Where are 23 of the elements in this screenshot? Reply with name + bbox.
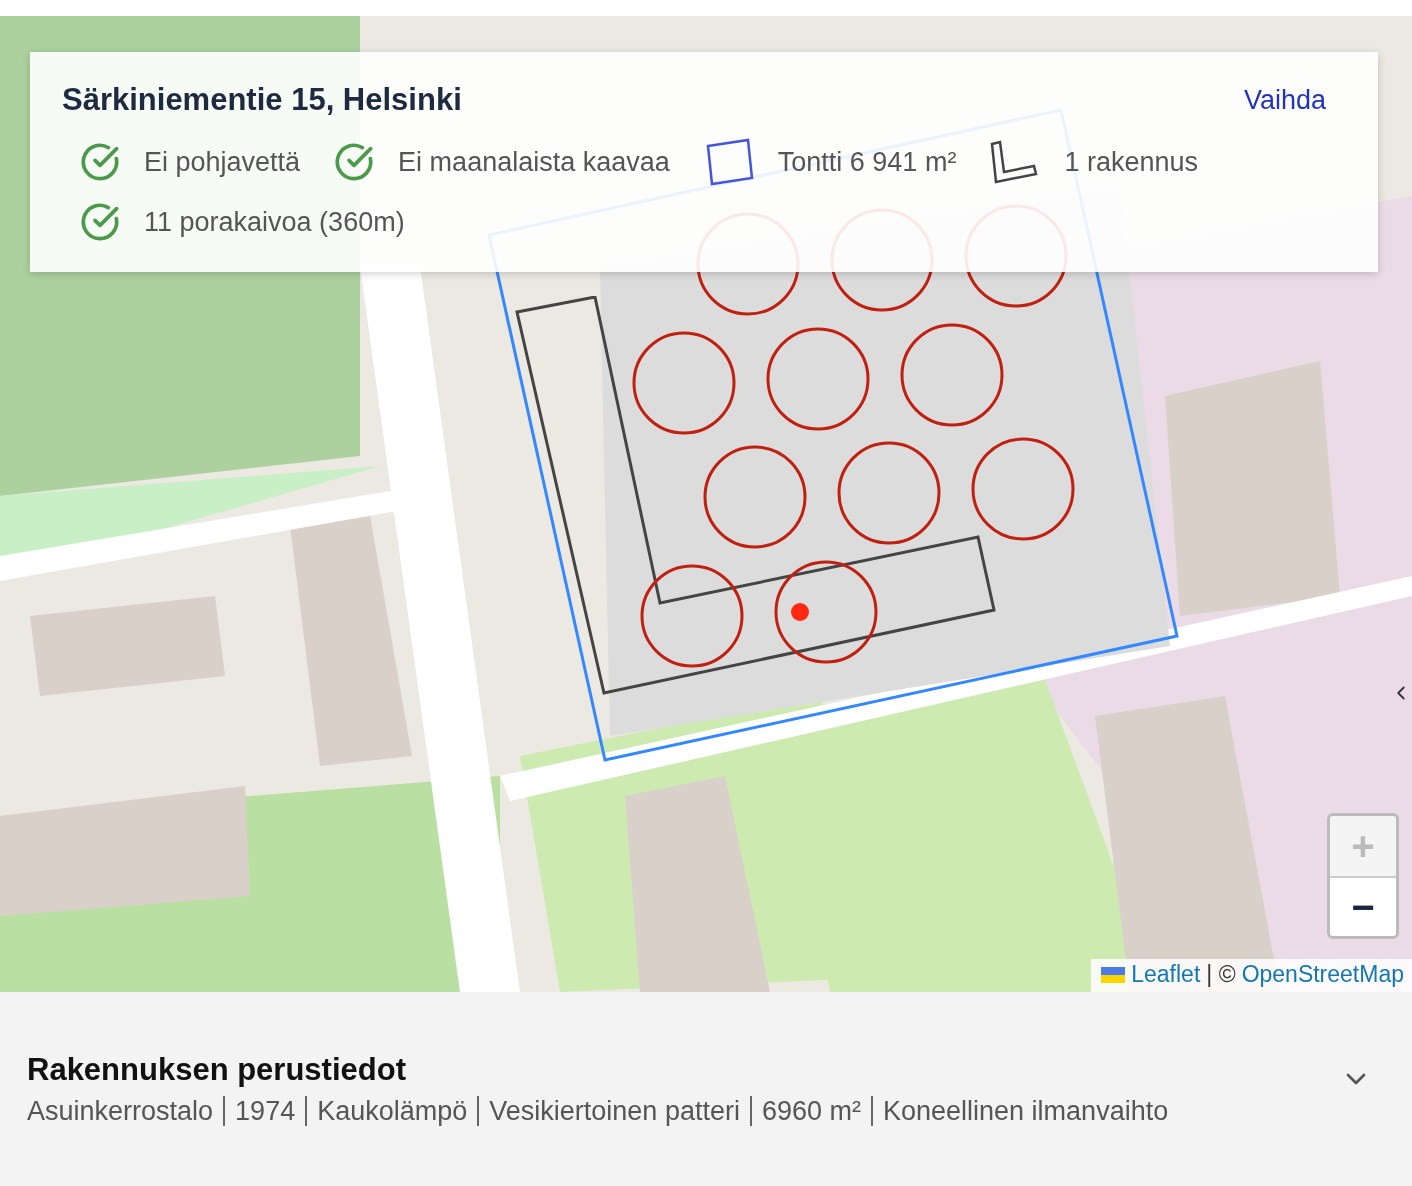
fact-label: 11 porakaivoa (360m) [144, 206, 405, 238]
building-detail: Asuinkerrostalo [27, 1095, 214, 1127]
change-link[interactable]: Vaihda [1243, 84, 1326, 116]
check-circle-icon [80, 202, 120, 242]
building-detail: Kaukolämpö [317, 1095, 468, 1127]
building-detail: 1974 [235, 1095, 296, 1127]
attribution-link[interactable]: Leaflet [1131, 961, 1201, 988]
fact-label: 1 rakennus [1064, 146, 1198, 178]
attribution-text: | © [1206, 961, 1236, 988]
building-detail: 6960 m² [761, 1095, 861, 1127]
flag-icon [1101, 966, 1126, 983]
building-detail: Koneellinen ilmanvaihto [883, 1095, 1169, 1127]
address-title: Särkiniementie 15, Helsinki [62, 82, 462, 118]
fact-label: Tontti 6 941 m² [777, 146, 957, 178]
location-dot [790, 602, 810, 622]
zoom-out-button[interactable]: − [1330, 876, 1396, 936]
section-title: Rakennuksen perustiedot [27, 1051, 407, 1088]
attribution-link[interactable]: OpenStreetMap [1241, 961, 1404, 988]
building-detail: Vesikiertoinen patteri [489, 1095, 740, 1127]
fact-label: Ei maanalaista kaavaa [398, 146, 670, 178]
fact-label: Ei pohjavettä [144, 146, 301, 178]
check-circle-icon [334, 142, 375, 182]
check-circle-icon [80, 142, 120, 182]
